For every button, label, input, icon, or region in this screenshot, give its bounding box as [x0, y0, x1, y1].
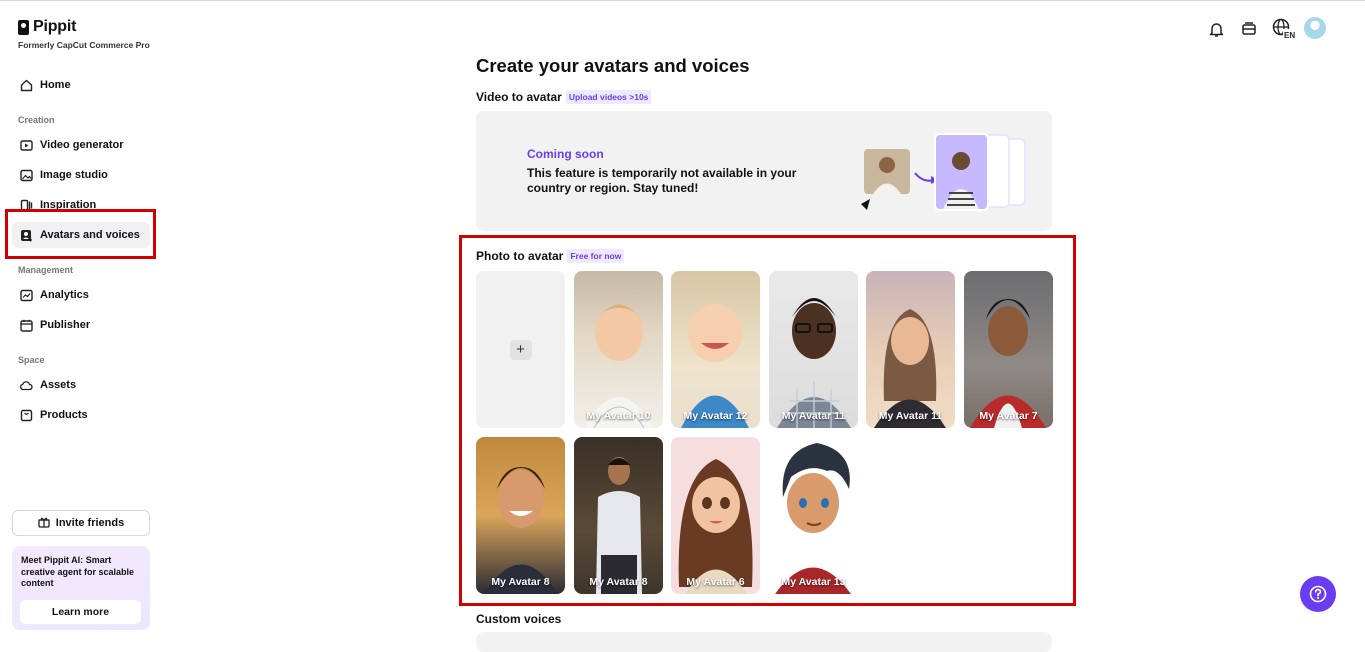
sidebar: Pippit Formerly CapCut Commerce Pro Home…: [0, 0, 165, 641]
subscription-card-icon[interactable]: [1238, 18, 1260, 40]
avatar-portrait-icon: [970, 299, 1046, 428]
brand-subtitle: Formerly CapCut Commerce Pro: [18, 40, 150, 50]
avatar-portrait-icon: [596, 457, 642, 594]
product-box-icon: [19, 408, 33, 422]
sidebar-item-publisher[interactable]: Publisher: [12, 312, 150, 338]
sidebar-item-label: Inspiration: [40, 199, 97, 211]
coming-soon-label: Coming soon: [527, 147, 604, 161]
video-generator-icon: [19, 138, 33, 152]
plus-icon: +: [509, 339, 532, 360]
video-to-avatar-heading: Video to avatar Upload videos >10s: [476, 90, 652, 104]
avatar-card[interactable]: My Avatar 7: [964, 271, 1053, 428]
user-avatar[interactable]: [1304, 17, 1326, 39]
photo-to-avatar-heading: Photo to avatar Free for now: [476, 249, 625, 263]
avatar-name: My Avatar 8: [491, 576, 550, 588]
sidebar-item-label: Avatars and voices: [40, 229, 140, 241]
promo-title: Meet Pippit AI:: [21, 555, 84, 565]
video-to-avatar-illustration: [861, 133, 1026, 211]
home-icon: [19, 78, 33, 92]
avatar-card[interactable]: My Avatar 11: [866, 271, 955, 428]
avatar-card[interactable]: My Avatar 12: [671, 271, 760, 428]
video-to-avatar-title: Video to avatar: [476, 90, 562, 104]
photo-to-avatar-title: Photo to avatar: [476, 249, 564, 263]
cloud-icon: [19, 378, 33, 392]
section-label-space: Space: [18, 355, 45, 365]
avatar-portrait-icon: [678, 459, 753, 594]
brand-name: Pippit: [33, 18, 77, 35]
page-title: Create your avatars and voices: [476, 55, 750, 76]
avatar-name: My Avatar 11: [781, 410, 846, 422]
gift-icon: [38, 516, 50, 531]
custom-voices-title: Custom voices: [476, 612, 562, 626]
avatar-card[interactable]: My Avatar 13: [769, 437, 858, 594]
free-for-now-tag: Free for now: [567, 249, 625, 263]
avatar-portrait-icon: [775, 443, 851, 594]
pippit-ai-promo-card: Meet Pippit AI: Smart creative agent for…: [12, 546, 150, 630]
promo-text: Meet Pippit AI: Smart creative agent for…: [21, 555, 141, 590]
sidebar-item-analytics[interactable]: Analytics: [12, 282, 150, 308]
sidebar-item-label: Assets: [40, 379, 77, 391]
add-avatar-card[interactable]: +: [476, 271, 565, 428]
sidebar-item-home[interactable]: Home: [12, 72, 150, 98]
avatar-name: My Avatar 10: [586, 410, 651, 422]
upload-videos-tag: Upload videos >10s: [565, 90, 652, 104]
avatar-portrait-icon: [874, 309, 946, 428]
sidebar-item-products[interactable]: Products: [12, 402, 150, 428]
avatar-name: My Avatar 6: [686, 576, 745, 588]
sidebar-item-label: Products: [40, 409, 88, 421]
sidebar-item-video-generator[interactable]: Video generator: [12, 132, 150, 158]
avatar-name: My Avatar 7: [979, 410, 1038, 422]
sidebar-item-label: Image studio: [40, 169, 108, 181]
analytics-icon: [19, 288, 33, 302]
learn-more-button[interactable]: Learn more: [20, 600, 141, 624]
avatar-name: My Avatar 12: [683, 410, 748, 422]
language-globe-icon[interactable]: EN: [1271, 18, 1297, 40]
section-label-creation: Creation: [18, 115, 55, 125]
help-button[interactable]: [1300, 576, 1336, 612]
language-badge: EN: [1284, 31, 1295, 40]
avatar-card[interactable]: My Avatar 8: [476, 437, 565, 594]
custom-voices-card: [476, 632, 1052, 652]
brand-logo[interactable]: Pippit: [18, 18, 76, 36]
help-question-icon: [1309, 585, 1327, 603]
calendar-icon: [19, 318, 33, 332]
avatar-card[interactable]: My Avatar 8: [574, 437, 663, 594]
section-label-management: Management: [18, 265, 74, 275]
invite-friends-label: Invite friends: [55, 517, 125, 529]
avatar-card[interactable]: My Avatar 10: [574, 271, 663, 428]
inspiration-icon: [19, 198, 33, 212]
avatar-portrait-icon: [681, 304, 749, 428]
avatar-portrait-icon: [584, 304, 654, 428]
sidebar-item-avatars-and-voices[interactable]: Avatars and voices: [12, 222, 150, 248]
notification-bell-icon[interactable]: [1205, 18, 1227, 40]
avatar-card[interactable]: My Avatar 6: [671, 437, 760, 594]
avatar-voice-icon: [19, 228, 33, 242]
sidebar-item-label: Video generator: [40, 139, 124, 151]
image-studio-icon: [19, 168, 33, 182]
sidebar-item-assets[interactable]: Assets: [12, 372, 150, 398]
avatar-card[interactable]: My Avatar 11: [769, 271, 858, 428]
sidebar-item-label: Analytics: [40, 289, 89, 301]
avatar-name: My Avatar 11: [878, 410, 943, 422]
pippit-logo-icon: [18, 19, 29, 35]
avatar-portrait-icon: [484, 467, 558, 594]
top-border: [0, 0, 1365, 1]
avatar-name: My Avatar 13: [781, 576, 846, 588]
avatar-name: My Avatar 8: [589, 576, 648, 588]
invite-friends-button[interactable]: Invite friends: [12, 510, 150, 536]
avatar-portrait-icon: [777, 298, 851, 428]
sidebar-item-image-studio[interactable]: Image studio: [12, 162, 150, 188]
video-to-avatar-card: Coming soon This feature is temporarily …: [476, 111, 1052, 231]
sidebar-item-label: Publisher: [40, 319, 91, 331]
sidebar-item-label: Home: [40, 79, 71, 91]
unavailable-message: This feature is temporarily not availabl…: [527, 166, 797, 195]
sidebar-item-inspiration[interactable]: Inspiration: [12, 192, 150, 218]
